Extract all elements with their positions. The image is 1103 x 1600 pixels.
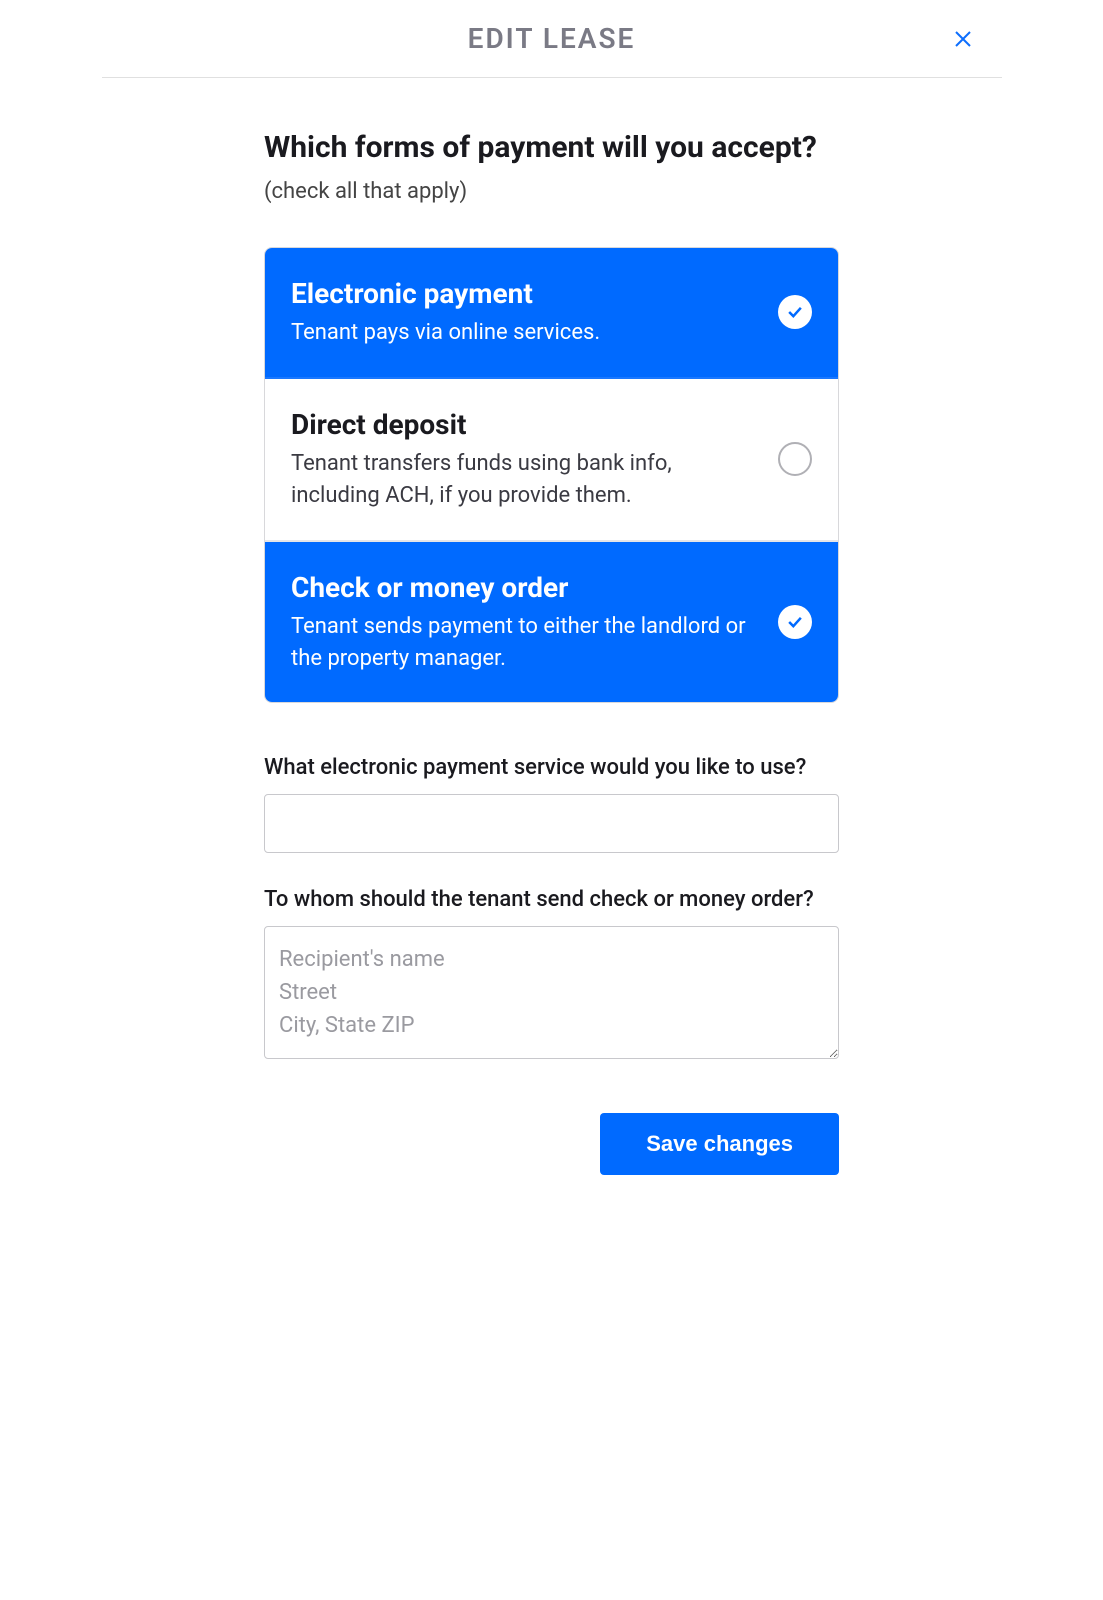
close-icon <box>951 27 975 51</box>
checkbox-indicator <box>778 295 812 329</box>
option-title: Check or money order <box>291 570 758 605</box>
option-text: Electronic payment Tenant pays via onlin… <box>291 276 778 349</box>
payment-question-heading: Which forms of payment will you accept? … <box>264 128 839 209</box>
option-direct-deposit[interactable]: Direct deposit Tenant transfers funds us… <box>265 379 838 542</box>
check-recipient-textarea[interactable] <box>264 926 839 1059</box>
form-actions: Save changes <box>264 1113 839 1175</box>
checkbox-indicator <box>778 605 812 639</box>
edit-lease-modal: EDIT LEASE Which forms of payment will y… <box>102 0 1002 1235</box>
option-check-money-order[interactable]: Check or money order Tenant sends paymen… <box>265 542 838 703</box>
question-sub: (check all that apply) <box>264 179 467 204</box>
checkmark-icon <box>785 612 805 632</box>
option-title: Direct deposit <box>291 407 758 442</box>
save-changes-button[interactable]: Save changes <box>600 1113 839 1175</box>
option-desc: Tenant pays via online services. <box>291 317 758 349</box>
check-recipient-field-group: To whom should the tenant send check or … <box>264 885 839 1063</box>
question-main: Which forms of payment will you accept? <box>264 130 817 165</box>
payment-options-group: Electronic payment Tenant pays via onlin… <box>264 247 839 703</box>
checkbox-indicator <box>778 442 812 476</box>
option-text: Direct deposit Tenant transfers funds us… <box>291 407 778 512</box>
option-desc: Tenant sends payment to either the landl… <box>291 611 758 675</box>
option-title: Electronic payment <box>291 276 758 311</box>
electronic-service-input[interactable] <box>264 794 839 853</box>
option-desc: Tenant transfers funds using bank info, … <box>291 448 758 512</box>
check-recipient-label: To whom should the tenant send check or … <box>264 885 839 916</box>
checkmark-icon <box>785 302 805 322</box>
modal-content: Which forms of payment will you accept? … <box>264 78 839 1235</box>
electronic-service-label: What electronic payment service would yo… <box>264 753 839 784</box>
modal-header: EDIT LEASE <box>102 0 1002 78</box>
option-text: Check or money order Tenant sends paymen… <box>291 570 778 675</box>
close-button[interactable] <box>948 24 978 54</box>
electronic-service-field-group: What electronic payment service would yo… <box>264 753 839 853</box>
modal-title: EDIT LEASE <box>122 22 982 55</box>
option-electronic-payment[interactable]: Electronic payment Tenant pays via onlin… <box>265 248 838 379</box>
